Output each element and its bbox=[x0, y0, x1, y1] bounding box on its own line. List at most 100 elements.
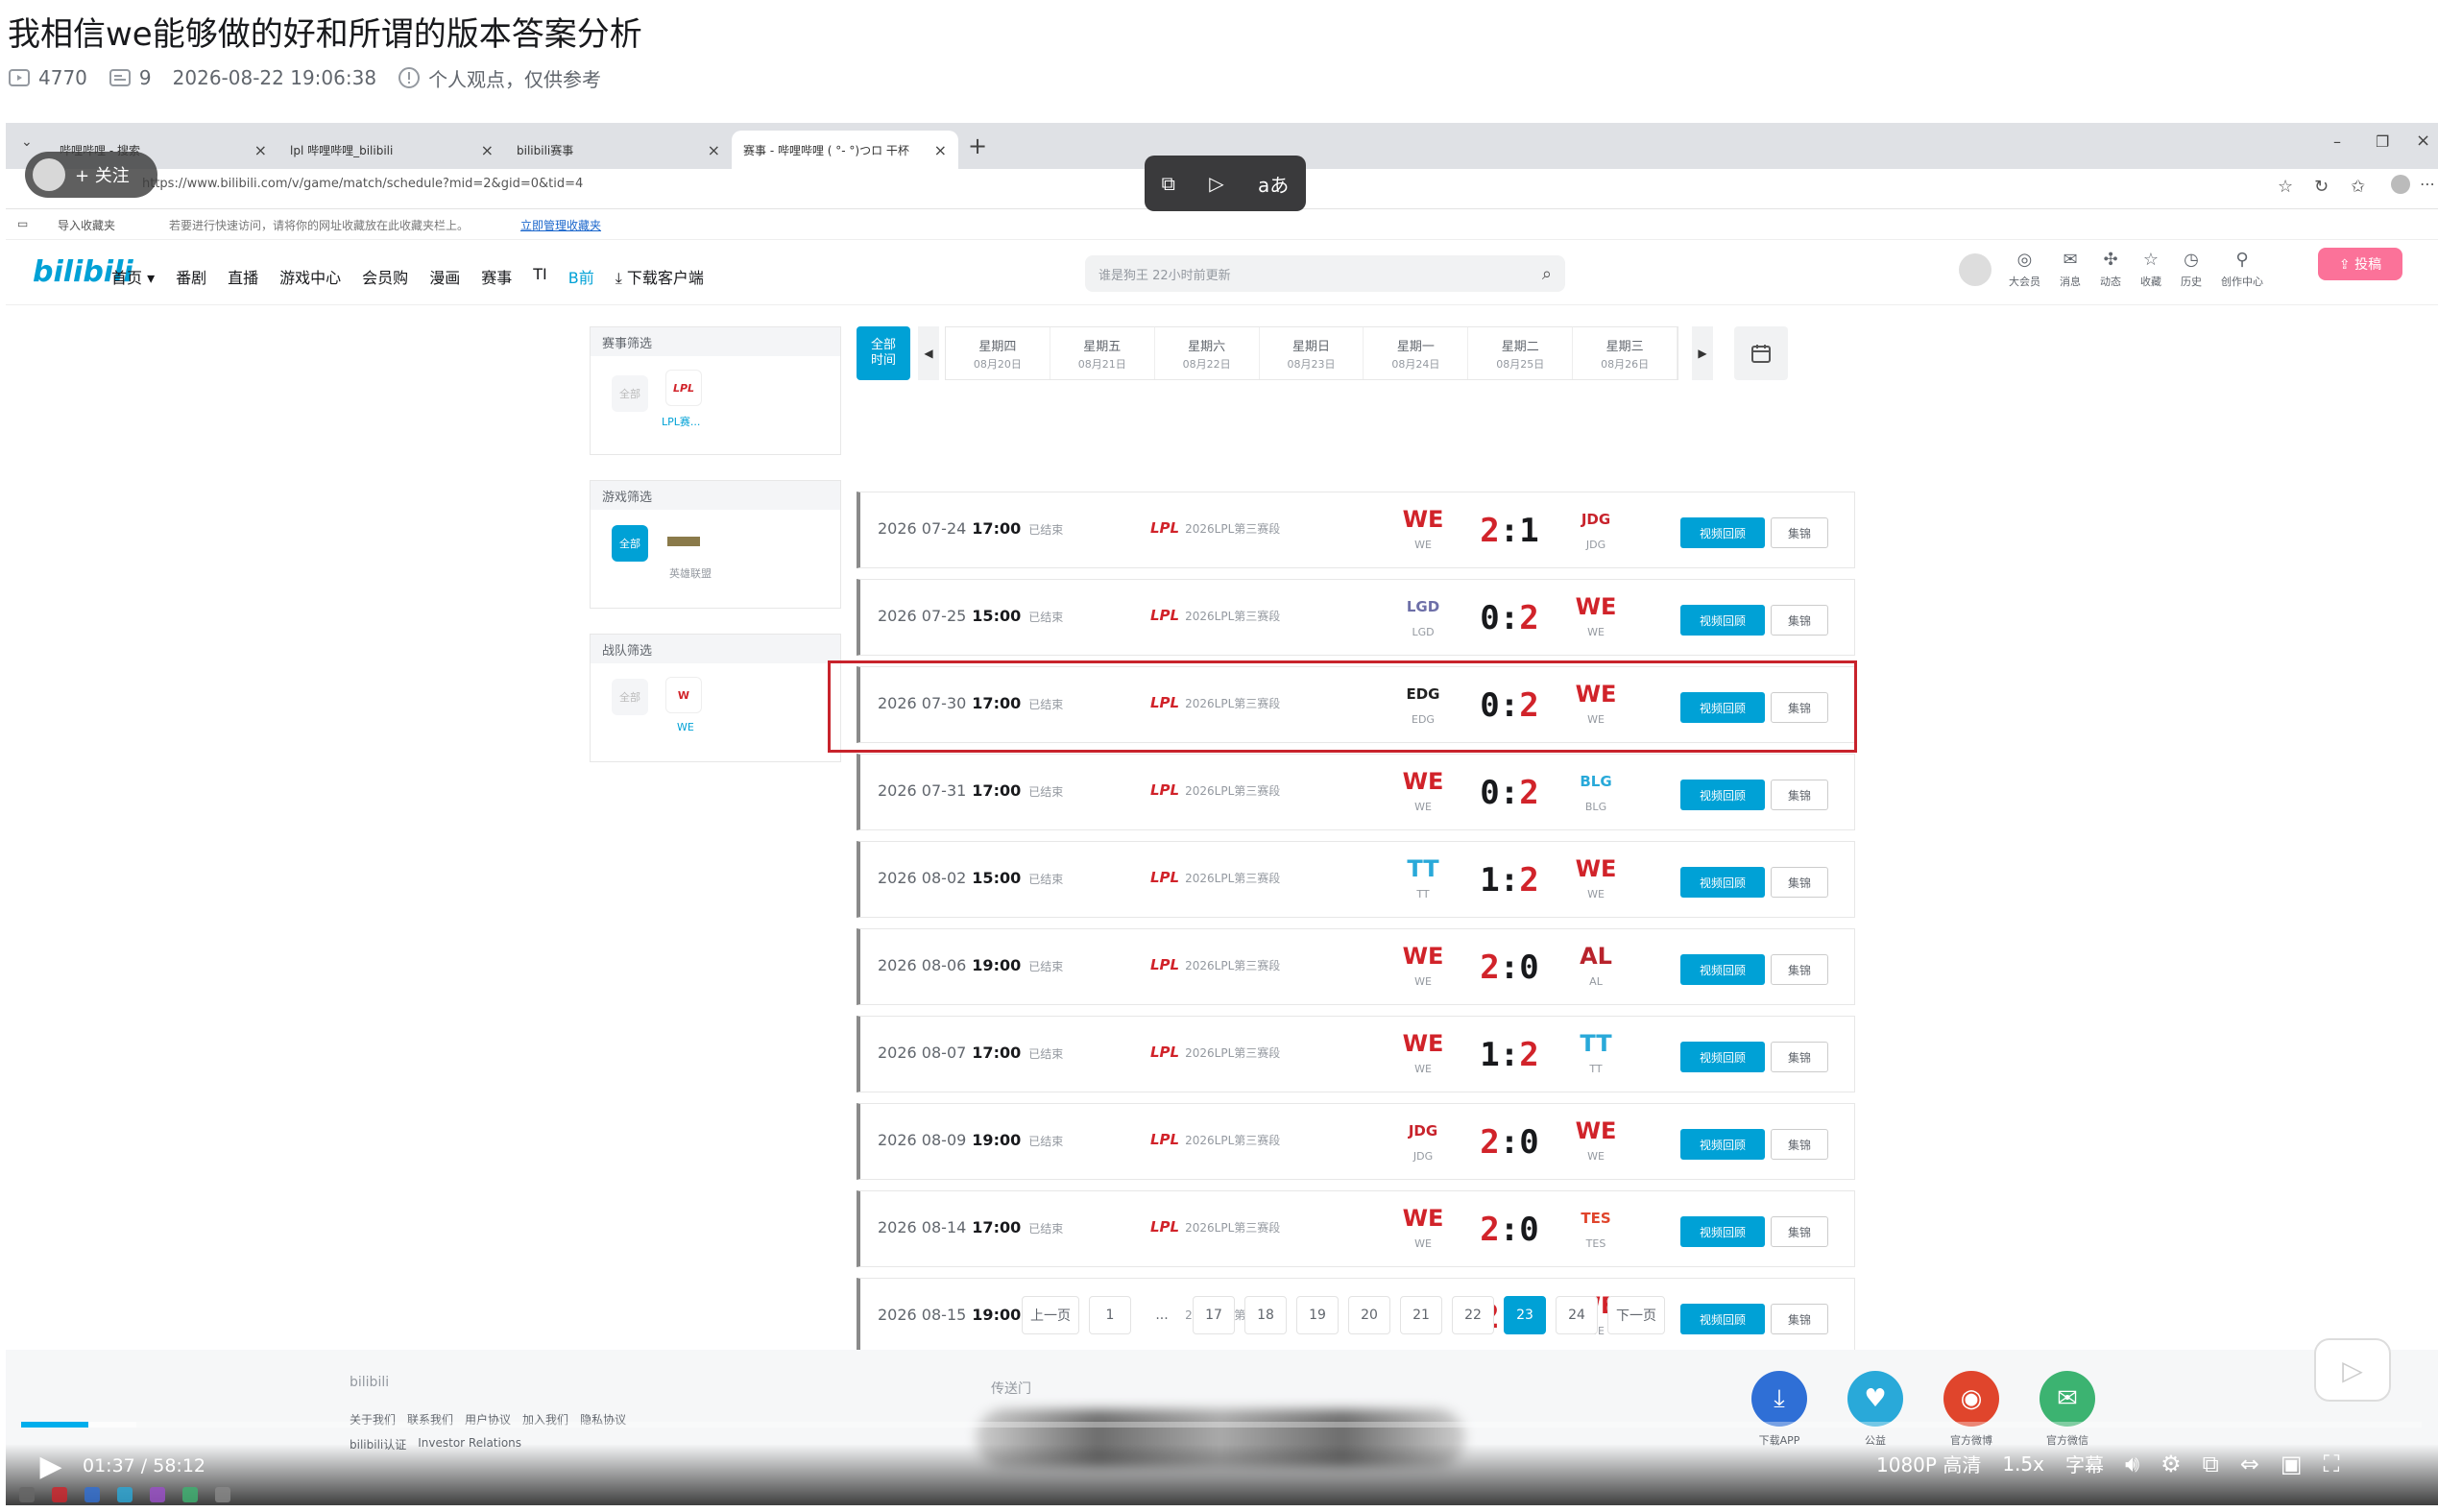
team-filter-all[interactable]: 全部 bbox=[612, 679, 648, 715]
team-home[interactable]: JDG JDG bbox=[1394, 1112, 1452, 1163]
team-away[interactable]: AL AL bbox=[1567, 937, 1625, 988]
video-review-button[interactable]: 视频回顾 bbox=[1680, 517, 1765, 548]
page-8[interactable]: 22 bbox=[1452, 1296, 1494, 1334]
highlights-button[interactable]: 集锦 bbox=[1771, 605, 1828, 636]
game-filter-all[interactable]: 全部 bbox=[612, 525, 648, 562]
user-avatar[interactable] bbox=[1959, 253, 1991, 286]
nav-item[interactable]: 会员购 bbox=[362, 265, 408, 288]
highlights-button[interactable]: 集锦 bbox=[1771, 517, 1828, 548]
day-2[interactable]: 星期六 08月22日 bbox=[1155, 327, 1260, 379]
browser-tab-4[interactable]: 赛事 - 哔哩哔哩 ( °- °)つロ 干杯 × bbox=[732, 131, 958, 169]
manage-favorites-link[interactable]: 立即管理收藏夹 bbox=[520, 217, 601, 233]
minimize-icon[interactable]: – bbox=[2333, 132, 2341, 151]
team-away[interactable]: WE WE bbox=[1567, 850, 1625, 900]
team-home[interactable]: WE WE bbox=[1394, 1024, 1452, 1075]
page-0[interactable]: 上一页 bbox=[1022, 1296, 1079, 1334]
page-7[interactable]: 21 bbox=[1400, 1296, 1442, 1334]
video-review-button[interactable]: 视频回顾 bbox=[1680, 780, 1765, 810]
subtitle-button[interactable]: 字幕 bbox=[2065, 1450, 2104, 1477]
browser-tab-3[interactable]: bilibili赛事 × bbox=[505, 131, 732, 169]
close-icon[interactable]: × bbox=[934, 141, 947, 159]
nav-icon-1[interactable]: ✉ 消息 bbox=[2060, 250, 2081, 289]
highlights-button[interactable]: 集锦 bbox=[1771, 867, 1828, 898]
progress-bar[interactable] bbox=[21, 1422, 2422, 1428]
nav-icon-4[interactable]: ◷ 历史 bbox=[2181, 250, 2202, 289]
highlights-button[interactable]: 集锦 bbox=[1771, 954, 1828, 985]
team-away[interactable]: TT TT bbox=[1567, 1024, 1625, 1075]
nav-item[interactable]: 首页 ▾ bbox=[111, 265, 155, 288]
page-3[interactable]: 17 bbox=[1193, 1296, 1235, 1334]
nav-item[interactable]: TI bbox=[533, 265, 547, 288]
follow-button[interactable]: + 关注 bbox=[25, 152, 157, 198]
page-5[interactable]: 19 bbox=[1296, 1296, 1339, 1334]
screenshot-icon[interactable]: ⧉ bbox=[1162, 172, 1175, 195]
speed-selector[interactable]: 1.5x bbox=[2002, 1452, 2044, 1476]
day-1[interactable]: 星期五 08月21日 bbox=[1050, 327, 1155, 379]
more-icon[interactable]: ⋯ bbox=[2420, 175, 2435, 193]
footer-app-3[interactable]: ✉ 官方微信 bbox=[2040, 1371, 2095, 1448]
nav-icon-5[interactable]: ⚲ 创作中心 bbox=[2221, 250, 2263, 289]
video-review-button[interactable]: 视频回顾 bbox=[1680, 954, 1765, 985]
nav-item[interactable]: 游戏中心 bbox=[279, 265, 341, 288]
team-home[interactable]: WE WE bbox=[1394, 1199, 1452, 1250]
star-icon[interactable]: ☆ bbox=[2278, 177, 2293, 197]
page-4[interactable]: 18 bbox=[1244, 1296, 1287, 1334]
page-6[interactable]: 20 bbox=[1348, 1296, 1390, 1334]
footer-app-1[interactable]: ♥ 公益 bbox=[1847, 1371, 1903, 1448]
team-away[interactable]: JDG JDG bbox=[1567, 500, 1625, 551]
team-away[interactable]: WE WE bbox=[1567, 588, 1625, 638]
url-text[interactable]: https://www.bilibili.com/v/game/match/sc… bbox=[142, 177, 583, 191]
footer-app-0[interactable]: ⤓ 下载APP bbox=[1751, 1371, 1807, 1448]
highlights-button[interactable]: 集锦 bbox=[1771, 780, 1828, 810]
nav-item[interactable]: 赛事 bbox=[481, 265, 512, 288]
next-week-icon[interactable]: ▶ bbox=[1692, 326, 1713, 380]
widescreen-icon[interactable]: ⇔ bbox=[2240, 1451, 2259, 1477]
page-9[interactable]: 23 bbox=[1504, 1296, 1546, 1334]
new-tab-icon[interactable]: + bbox=[968, 132, 987, 159]
favorites-icon[interactable]: ✩ bbox=[2351, 177, 2365, 197]
nav-icon-2[interactable]: ✣ 动态 bbox=[2100, 250, 2121, 289]
team-home[interactable]: LGD LGD bbox=[1394, 588, 1452, 638]
day-5[interactable]: 星期二 08月25日 bbox=[1468, 327, 1574, 379]
video-review-button[interactable]: 视频回顾 bbox=[1680, 605, 1765, 636]
fullscreen-icon[interactable]: ⛶ bbox=[2324, 1451, 2340, 1477]
page-11[interactable]: 下一页 bbox=[1607, 1296, 1665, 1334]
day-4[interactable]: 星期一 08月24日 bbox=[1364, 327, 1469, 379]
play-icon[interactable]: ▶ bbox=[35, 1450, 67, 1483]
page-1[interactable]: 1 bbox=[1089, 1296, 1131, 1334]
video-review-button[interactable]: 视频回顾 bbox=[1680, 1216, 1765, 1247]
play-search-icon[interactable]: ▷ bbox=[1209, 172, 1223, 195]
all-time-button[interactable]: 全部 时间 bbox=[857, 326, 910, 380]
close-icon[interactable]: × bbox=[708, 141, 720, 159]
we-logo-icon[interactable]: W bbox=[665, 677, 702, 713]
nav-item[interactable]: ⤓ 下载客户端 bbox=[616, 265, 704, 288]
prev-week-icon[interactable]: ◀ bbox=[918, 326, 939, 380]
mini-player-icon[interactable]: ▷ bbox=[2314, 1338, 2391, 1402]
event-filter-all[interactable]: 全部 bbox=[612, 375, 648, 412]
day-3[interactable]: 星期日 08月23日 bbox=[1260, 327, 1364, 379]
restore-icon[interactable]: ❐ bbox=[2376, 132, 2389, 151]
highlights-button[interactable]: 集锦 bbox=[1771, 1304, 1828, 1334]
browser-tab-2[interactable]: lpl 哔哩哔哩_bilibili × bbox=[278, 131, 505, 169]
page-10[interactable]: 24 bbox=[1556, 1296, 1598, 1334]
team-home[interactable]: WE WE bbox=[1394, 762, 1452, 813]
event-filter-lpl[interactable]: LPL赛... bbox=[662, 414, 700, 429]
team-home[interactable]: TT TT bbox=[1394, 850, 1452, 900]
highlights-button[interactable]: 集锦 bbox=[1771, 1042, 1828, 1072]
lpl-logo-icon[interactable]: LPL bbox=[665, 370, 702, 406]
team-away[interactable]: BLG BLG bbox=[1567, 762, 1625, 813]
lol-logo-icon[interactable] bbox=[667, 537, 700, 546]
translate-icon[interactable]: aあ bbox=[1258, 170, 1289, 198]
team-away[interactable]: TES TES bbox=[1567, 1199, 1625, 1250]
nav-icon-3[interactable]: ☆ 收藏 bbox=[2140, 250, 2161, 289]
video-review-button[interactable]: 视频回顾 bbox=[1680, 1129, 1765, 1160]
nav-icon-0[interactable]: ◎ 大会员 bbox=[2009, 250, 2040, 289]
team-home[interactable]: WE WE bbox=[1394, 937, 1452, 988]
upload-button[interactable]: ⇪ 投稿 bbox=[2318, 248, 2402, 280]
profile-avatar[interactable] bbox=[2391, 175, 2410, 194]
search-icon[interactable]: ⌕ bbox=[1542, 264, 1552, 284]
video-review-button[interactable]: 视频回顾 bbox=[1680, 1304, 1765, 1334]
highlights-button[interactable]: 集锦 bbox=[1771, 1129, 1828, 1160]
footer-app-2[interactable]: ◉ 官方微博 bbox=[1943, 1371, 1999, 1448]
day-0[interactable]: 星期四 08月20日 bbox=[946, 327, 1050, 379]
